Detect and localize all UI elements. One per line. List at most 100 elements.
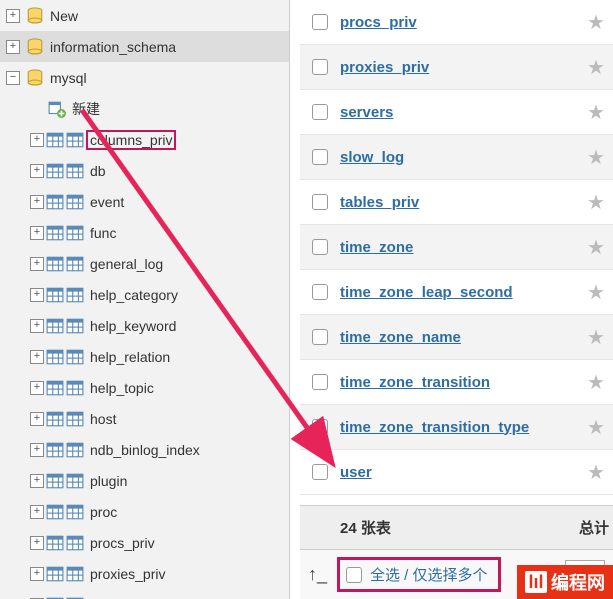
table-name-link[interactable]: user xyxy=(340,464,579,481)
new-table-icon xyxy=(48,100,66,118)
watermark-icon: lıl xyxy=(525,571,547,593)
tree-table-item[interactable]: +help_relation xyxy=(0,341,289,372)
table-name-link[interactable]: procs_priv xyxy=(340,14,579,31)
table-row: time_zone_transition_type★ xyxy=(300,405,613,450)
select-all-label: 全选 / 仅选择多个 xyxy=(370,564,488,585)
row-checkbox[interactable] xyxy=(312,374,328,390)
table-icon xyxy=(46,224,64,242)
row-checkbox[interactable] xyxy=(312,329,328,345)
table-count: 24 张表 xyxy=(340,517,391,538)
expand-icon[interactable]: + xyxy=(30,443,44,457)
expand-icon[interactable]: + xyxy=(6,40,20,54)
select-all-checkbox[interactable] xyxy=(346,567,362,583)
table-row: time_zone_name★ xyxy=(300,315,613,360)
table-row: proxies_priv★ xyxy=(300,45,613,90)
tree-table-item[interactable]: +procs_priv xyxy=(0,527,289,558)
expand-icon[interactable]: + xyxy=(30,350,44,364)
expand-icon[interactable]: + xyxy=(30,226,44,240)
expand-icon[interactable]: + xyxy=(30,474,44,488)
favorite-star-icon[interactable]: ★ xyxy=(579,280,613,305)
table-row: time_zone_transition★ xyxy=(300,360,613,405)
expand-icon[interactable]: + xyxy=(30,257,44,271)
favorite-star-icon[interactable]: ★ xyxy=(579,145,613,170)
table-icon xyxy=(66,286,84,304)
table-icon xyxy=(46,503,64,521)
tree-new-item[interactable]: 新建 xyxy=(0,93,289,124)
tree-table-item[interactable]: +event xyxy=(0,186,289,217)
favorite-star-icon[interactable]: ★ xyxy=(579,190,613,215)
table-icon xyxy=(46,317,64,335)
table-icon xyxy=(46,379,64,397)
table-name-link[interactable]: proxies_priv xyxy=(340,59,579,76)
expand-icon[interactable]: − xyxy=(6,71,20,85)
row-checkbox[interactable] xyxy=(312,104,328,120)
table-icon xyxy=(66,131,84,149)
tree-table-item[interactable]: +plugin xyxy=(0,465,289,496)
row-checkbox[interactable] xyxy=(312,149,328,165)
row-checkbox[interactable] xyxy=(312,464,328,480)
table-icon xyxy=(66,224,84,242)
table-name-link[interactable]: time_zone_transition_type xyxy=(340,419,579,436)
favorite-star-icon[interactable]: ★ xyxy=(579,460,613,485)
summary-row: 24 张表 总计 xyxy=(300,505,613,549)
table-icon xyxy=(66,162,84,180)
favorite-star-icon[interactable]: ★ xyxy=(579,415,613,440)
tree-table-item[interactable]: +general_log xyxy=(0,248,289,279)
table-icon xyxy=(66,410,84,428)
table-icon xyxy=(66,472,84,490)
tree-db-item[interactable]: +New xyxy=(0,0,289,31)
db-tree-sidebar: +New+information_schema−mysql新建+columns_… xyxy=(0,0,290,599)
favorite-star-icon[interactable]: ★ xyxy=(579,100,613,125)
favorite-star-icon[interactable]: ★ xyxy=(579,55,613,80)
select-all-control[interactable]: 全选 / 仅选择多个 xyxy=(337,557,501,592)
table-icon xyxy=(46,286,64,304)
expand-icon[interactable]: + xyxy=(30,133,44,147)
tree-table-item[interactable]: +servers xyxy=(0,589,289,599)
row-checkbox[interactable] xyxy=(312,14,328,30)
row-checkbox[interactable] xyxy=(312,239,328,255)
expand-icon[interactable]: + xyxy=(30,505,44,519)
table-name-link[interactable]: servers xyxy=(340,104,579,121)
table-row: user★ xyxy=(300,450,613,495)
row-checkbox[interactable] xyxy=(312,284,328,300)
expand-icon[interactable]: + xyxy=(30,319,44,333)
tree-table-item[interactable]: +help_keyword xyxy=(0,310,289,341)
expand-icon[interactable]: + xyxy=(30,567,44,581)
table-name-link[interactable]: time_zone_transition xyxy=(340,374,579,391)
tree-table-item[interactable]: +columns_priv xyxy=(0,124,289,155)
tree-table-item[interactable]: +func xyxy=(0,217,289,248)
favorite-star-icon[interactable]: ★ xyxy=(579,370,613,395)
row-checkbox[interactable] xyxy=(312,419,328,435)
expand-icon[interactable]: + xyxy=(30,195,44,209)
total-label: 总计 xyxy=(579,517,609,538)
favorite-star-icon[interactable]: ★ xyxy=(579,10,613,35)
table-icon xyxy=(66,503,84,521)
expand-icon[interactable]: + xyxy=(30,164,44,178)
row-checkbox[interactable] xyxy=(312,194,328,210)
tree-table-item[interactable]: +proc xyxy=(0,496,289,527)
expand-icon[interactable]: + xyxy=(30,412,44,426)
table-name-link[interactable]: time_zone xyxy=(340,239,579,256)
table-name-link[interactable]: time_zone_name xyxy=(340,329,579,346)
table-row: servers★ xyxy=(300,90,613,135)
tree-table-item[interactable]: +proxies_priv xyxy=(0,558,289,589)
tree-table-item[interactable]: +ndb_binlog_index xyxy=(0,434,289,465)
table-name-link[interactable]: time_zone_leap_second xyxy=(340,284,579,301)
tree-db-item[interactable]: +information_schema xyxy=(0,31,289,62)
table-name-link[interactable]: tables_priv xyxy=(340,194,579,211)
favorite-star-icon[interactable]: ★ xyxy=(579,235,613,260)
table-icon xyxy=(66,379,84,397)
expand-icon[interactable]: + xyxy=(6,9,20,23)
expand-icon[interactable]: + xyxy=(30,536,44,550)
favorite-star-icon[interactable]: ★ xyxy=(579,325,613,350)
tree-table-item[interactable]: +host xyxy=(0,403,289,434)
tree-table-item[interactable]: +db xyxy=(0,155,289,186)
table-name-link[interactable]: slow_log xyxy=(340,149,579,166)
row-checkbox[interactable] xyxy=(312,59,328,75)
tree-db-item[interactable]: −mysql xyxy=(0,62,289,93)
tree-table-item[interactable]: +help_category xyxy=(0,279,289,310)
tree-table-item[interactable]: +help_topic xyxy=(0,372,289,403)
expand-icon[interactable]: + xyxy=(30,288,44,302)
expand-icon[interactable]: + xyxy=(30,381,44,395)
table-icon xyxy=(46,162,64,180)
